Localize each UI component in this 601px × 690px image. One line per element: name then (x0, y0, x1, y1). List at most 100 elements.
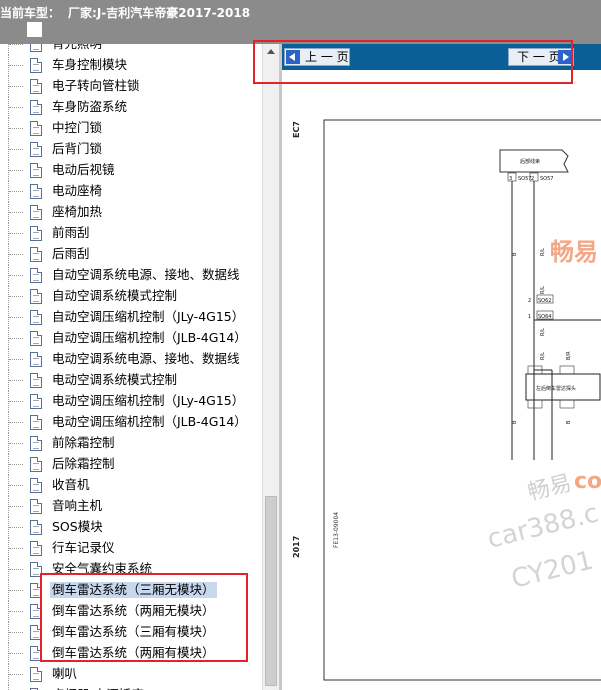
tree-item-label[interactable]: 电动空调压缩机控制（JLy-4G15） (50, 393, 246, 409)
tree-item[interactable]: 电动空调系统电源、接地、数据线 (0, 349, 262, 370)
tree-scrollbar[interactable] (262, 44, 279, 690)
scroll-thumb[interactable] (265, 496, 277, 686)
tree-item-label[interactable]: 电子转向管柱锁 (50, 78, 142, 94)
tree-item-label[interactable]: 电动空调压缩机控制（JLB-4G14） (50, 414, 249, 430)
document-icon (30, 352, 42, 367)
tree-item[interactable]: 电动座椅 (0, 181, 262, 202)
tree-item[interactable]: 中控门锁 (0, 118, 262, 139)
tree-item[interactable]: 行车记录仪 (0, 538, 262, 559)
tree-item-label[interactable]: 喇叭 (50, 666, 79, 682)
tree-item[interactable]: 后除霜控制 (0, 454, 262, 475)
tree-item-label[interactable]: 车身控制模块 (50, 57, 129, 73)
tree-item-label[interactable]: 后除霜控制 (50, 456, 117, 472)
wire-color-2: R/L (540, 248, 546, 256)
tree-item-label[interactable]: 行车记录仪 (50, 540, 117, 556)
tree-item[interactable]: SOS模块 (0, 517, 262, 538)
tree-item[interactable]: 电动空调系统模式控制 (0, 370, 262, 391)
watermark-5: co (574, 469, 601, 494)
next-page-button[interactable]: 下 一 页 (508, 48, 574, 66)
tree-item-label[interactable]: 中控门锁 (50, 120, 104, 136)
tree-item[interactable]: 后背门锁 (0, 139, 262, 160)
tree-item-label[interactable]: 后背门锁 (50, 141, 104, 157)
tree-item[interactable]: 电动后视镜 (0, 160, 262, 181)
tree-item-label[interactable]: 电动空调系统模式控制 (50, 372, 179, 388)
tree-item[interactable]: 点烟器/电源插座 (0, 685, 262, 690)
tree-item-label[interactable]: 倒车雷达系统（三厢无模块） (50, 582, 217, 598)
tree-item[interactable]: 倒车雷达系统（两厢有模块） (0, 643, 262, 664)
tree-item-label[interactable]: 电动座椅 (50, 183, 104, 199)
tree-item-label[interactable]: 后雨刮 (50, 246, 92, 262)
tree-item[interactable]: 倒车雷达系统（三厢有模块） (0, 622, 262, 643)
tree-item-label[interactable]: 倒车雷达系统（两厢有模块） (50, 645, 217, 661)
tree-item[interactable]: 车身控制模块 (0, 55, 262, 76)
next-page-label: 下 一 页 (517, 50, 561, 64)
tree-connector (8, 496, 30, 517)
tree-item[interactable]: 自动空调压缩机控制（JLy-4G15） (0, 307, 262, 328)
tree-item-label[interactable]: 座椅加热 (50, 204, 104, 220)
tree-connector (8, 97, 30, 118)
page-year: 2017 (292, 536, 301, 558)
drawing-number: FE13-09004 (333, 512, 340, 548)
tree-item[interactable]: 电动空调压缩机控制（JLy-4G15） (0, 391, 262, 412)
tree-item[interactable]: 前雨刮 (0, 223, 262, 244)
tree-item[interactable]: 背光照明 (0, 44, 262, 55)
title-prefix: 当前车型： (0, 6, 61, 20)
document-icon (30, 100, 42, 115)
tree-item-label[interactable]: 前除霜控制 (50, 435, 117, 451)
tree-connector (8, 391, 30, 412)
document-icon (30, 394, 42, 409)
tree-item-label[interactable]: 电动空调系统电源、接地、数据线 (50, 351, 242, 367)
circuit-tree[interactable]: 背光照明车身控制模块电子转向管柱锁车身防盗系统中控门锁后背门锁电动后视镜电动座椅… (0, 44, 262, 690)
tree-item[interactable]: 倒车雷达系统（三厢无模块） (0, 580, 262, 601)
tree-item-label[interactable]: 安全气囊约束系统 (50, 561, 154, 577)
tree-item-label[interactable]: 自动空调压缩机控制（JLB-4G14） (50, 330, 249, 346)
tree-item[interactable]: 音响主机 (0, 496, 262, 517)
tree-item[interactable]: 车身防盗系统 (0, 97, 262, 118)
prev-page-button[interactable]: 上 一 页 (284, 48, 350, 66)
tree-item-label[interactable]: 倒车雷达系统（三厢有模块） (50, 624, 217, 640)
wiring-diagram-viewer[interactable]: EC7 2017 FE13-09004 后部线束 3 SO57 2 SO57 B… (282, 70, 601, 690)
tree-item-label[interactable]: 背光照明 (50, 44, 104, 52)
document-icon (30, 58, 42, 73)
tree-item-label[interactable]: 自动空调系统电源、接地、数据线 (50, 267, 242, 283)
tree-item[interactable]: 自动空调系统模式控制 (0, 286, 262, 307)
page-nav-bar: 上 一 页 下 一 页 (282, 44, 601, 70)
tree-item[interactable]: 自动空调系统电源、接地、数据线 (0, 265, 262, 286)
tree-item[interactable]: 喇叭 (0, 664, 262, 685)
tree-item-label[interactable]: SOS模块 (50, 519, 105, 535)
document-icon (30, 268, 42, 283)
tree-item-label[interactable]: 收音机 (50, 477, 92, 493)
document-icon (30, 562, 42, 577)
tree-item[interactable]: 电动空调压缩机控制（JLB-4G14） (0, 412, 262, 433)
document-icon (30, 373, 42, 388)
pin-8: SO64 (538, 314, 551, 320)
tree-item-label[interactable]: 自动空调系统模式控制 (50, 288, 179, 304)
tree-item[interactable]: 前除霜控制 (0, 433, 262, 454)
document-icon (30, 205, 42, 220)
tree-item[interactable]: 座椅加热 (0, 202, 262, 223)
page-code: EC7 (292, 121, 301, 138)
tree-item-label[interactable]: 音响主机 (50, 498, 104, 514)
tree-item[interactable]: 后雨刮 (0, 244, 262, 265)
top-connector-label: 后部线束 (520, 158, 540, 165)
tree-connector (8, 286, 30, 307)
scroll-up-arrow-icon[interactable] (267, 49, 275, 54)
tree-item[interactable]: 倒车雷达系统（两厢无模块） (0, 601, 262, 622)
tree-connector (8, 685, 30, 690)
wire-color-1: B (512, 252, 518, 256)
tree-connector (8, 139, 30, 160)
tree-item-label[interactable]: 倒车雷达系统（两厢无模块） (50, 603, 217, 619)
wire-color-7: B (512, 420, 518, 424)
tree-item[interactable]: 安全气囊约束系统 (0, 559, 262, 580)
tree-item[interactable]: 电子转向管柱锁 (0, 76, 262, 97)
tree-item[interactable]: 收音机 (0, 475, 262, 496)
tree-item-label[interactable]: 前雨刮 (50, 225, 92, 241)
wire-color-8: B (566, 420, 572, 424)
tree-item-label[interactable]: 车身防盗系统 (50, 99, 129, 115)
pin-2: SO57 (518, 176, 531, 182)
tree-item-label[interactable]: 自动空调压缩机控制（JLy-4G15） (50, 309, 246, 325)
tree-connector (8, 181, 30, 202)
tree-item-label[interactable]: 电动后视镜 (50, 162, 117, 178)
tree-item[interactable]: 自动空调压缩机控制（JLB-4G14） (0, 328, 262, 349)
sensor-box-label: 左后倒车雷达探头 (536, 385, 576, 392)
